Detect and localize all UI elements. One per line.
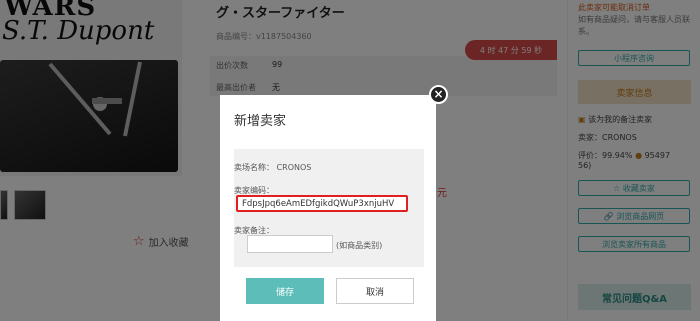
add-seller-modal: 新增卖家 卖场名称： CRONOS 卖家编码： FdpsJpq6eAmEDfgi… <box>220 95 436 321</box>
venue-value: CRONOS <box>276 163 312 172</box>
seller-note-hint: (如商品类别) <box>336 241 383 250</box>
seller-key-field[interactable]: FdpsJpq6eAmEDfgikdQWuP3xnjuHV <box>236 195 408 212</box>
venue-row: 卖场名称： CRONOS <box>234 162 311 173</box>
venue-label: 卖场名称： <box>234 163 274 172</box>
close-icon[interactable]: × <box>429 85 448 104</box>
cancel-button[interactable]: 取消 <box>336 278 414 304</box>
modal-title: 新增卖家 <box>234 114 287 129</box>
save-button[interactable]: 储存 <box>246 278 324 304</box>
seller-note-input[interactable] <box>247 235 333 253</box>
